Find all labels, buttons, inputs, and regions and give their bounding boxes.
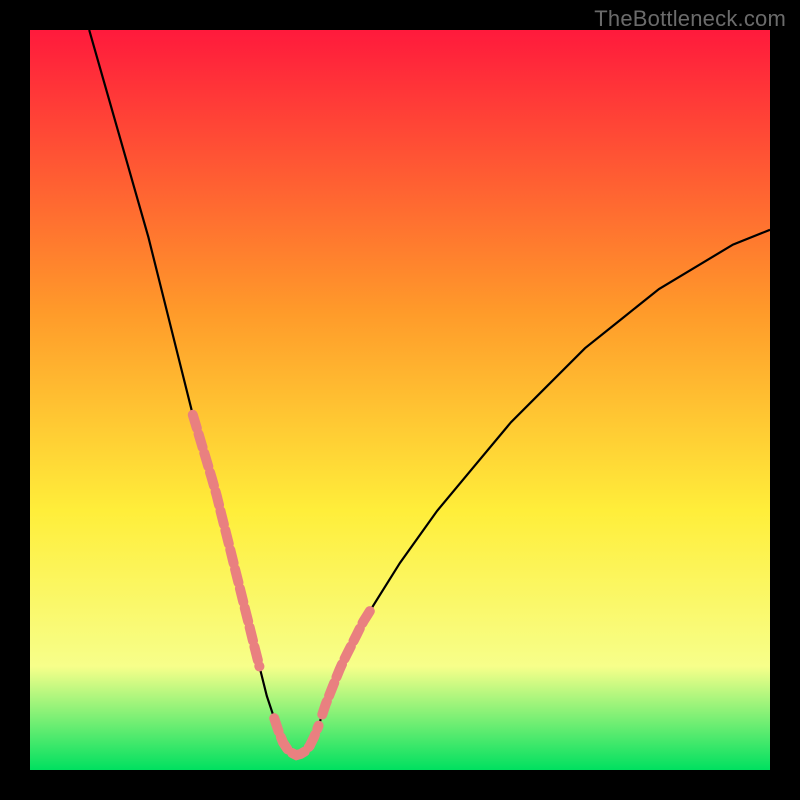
chart-svg xyxy=(30,30,770,770)
watermark-text: TheBottleneck.com xyxy=(594,6,786,32)
chart-frame: TheBottleneck.com xyxy=(0,0,800,800)
gradient-background xyxy=(30,30,770,770)
plot-area xyxy=(30,30,770,770)
